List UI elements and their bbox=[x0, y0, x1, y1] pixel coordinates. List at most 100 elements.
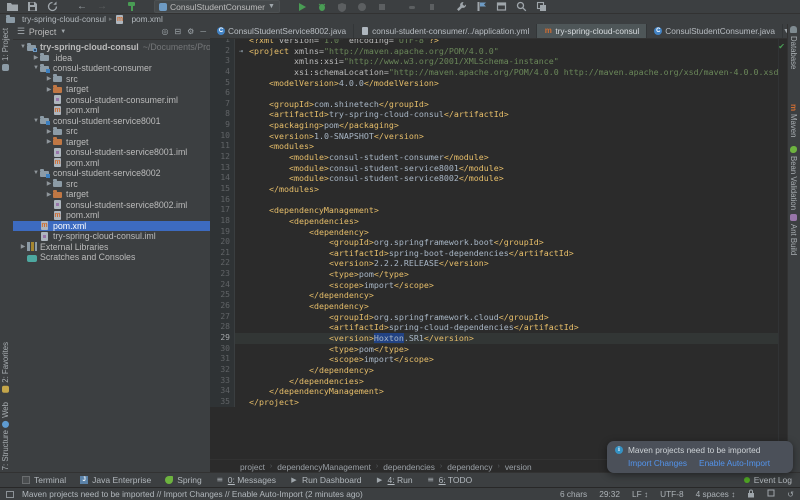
code-line[interactable]: 27 <groupId>org.springframework.cloud</g… bbox=[210, 312, 787, 323]
code-line[interactable]: 11 <modules> bbox=[210, 141, 787, 152]
tree-row[interactable]: mpom.xml bbox=[13, 210, 210, 221]
forward-icon[interactable]: → bbox=[94, 1, 110, 13]
toolwindow-button-terminal[interactable]: Terminal bbox=[22, 475, 66, 485]
code-line[interactable]: 12 <module>consul-student-consumer</modu… bbox=[210, 152, 787, 163]
attach-debugger-icon[interactable] bbox=[404, 1, 420, 13]
panel-menu-icon[interactable]: ☰ bbox=[17, 26, 25, 37]
code-line[interactable]: 8 <artifactId>try-spring-cloud-consul</a… bbox=[210, 109, 787, 120]
tree-row[interactable]: consul-student-consumer.iml bbox=[13, 95, 210, 106]
back-icon[interactable]: ← bbox=[74, 1, 90, 13]
toolwindow-stripe-web[interactable]: Web bbox=[1, 402, 10, 428]
code-line[interactable]: 35</project> bbox=[210, 397, 787, 408]
code-line[interactable]: 16 bbox=[210, 195, 787, 206]
synchronize-icon[interactable] bbox=[44, 1, 60, 13]
code-line[interactable]: 20 <groupId>org.springframework.boot</gr… bbox=[210, 237, 787, 248]
save-all-icon[interactable] bbox=[24, 1, 40, 13]
tree-expand-icon[interactable]: ▼ bbox=[19, 44, 27, 50]
project-structure-icon[interactable] bbox=[474, 1, 490, 13]
restore-layout-icon[interactable] bbox=[494, 1, 510, 13]
tree-row[interactable]: try-spring-cloud-consul.iml bbox=[13, 231, 210, 242]
tree-row[interactable]: mpom.xml bbox=[13, 221, 210, 232]
run-icon[interactable] bbox=[294, 1, 310, 13]
tree-expand-icon[interactable]: ▼ bbox=[32, 118, 40, 124]
debug-icon[interactable] bbox=[314, 1, 330, 13]
code-line[interactable]: 6 bbox=[210, 88, 787, 99]
search-everywhere-icon[interactable] bbox=[514, 1, 530, 13]
tree-row[interactable]: ▼consul-student-service8001 bbox=[13, 116, 210, 127]
indent-widget-icon[interactable] bbox=[767, 489, 775, 499]
collapse-all-icon[interactable]: ⊟ bbox=[174, 27, 181, 36]
event-log-button[interactable]: Event Log bbox=[744, 475, 792, 485]
enable-auto-import-link[interactable]: Enable Auto-Import bbox=[699, 458, 770, 468]
toolwindow-stripe-maven[interactable]: mMaven bbox=[789, 104, 798, 137]
toolwindow-button-java-enterprise[interactable]: JJava Enterprise bbox=[80, 475, 151, 485]
toolwindow-stripe-ant-build[interactable]: Ant Build bbox=[789, 214, 798, 255]
code-line[interactable]: 7 <groupId>com.shinetech</groupId> bbox=[210, 99, 787, 110]
editor-tab[interactable]: CConsulStudentService8002.java bbox=[210, 24, 354, 38]
tree-expand-icon[interactable]: ▼ bbox=[32, 170, 40, 176]
toolwindow-stripe-bean-validation[interactable]: Bean Validation bbox=[789, 146, 798, 210]
code-line[interactable]: 13 <module>consul-student-service8001</m… bbox=[210, 163, 787, 174]
toolwindow-stripe-database[interactable]: Database bbox=[789, 26, 798, 69]
chevron-down-icon[interactable]: ▼ bbox=[60, 29, 66, 35]
tree-row[interactable]: ▶External Libraries bbox=[13, 242, 210, 253]
breadcrumb-item[interactable]: dependency bbox=[447, 462, 492, 472]
tree-collapse-icon[interactable]: ▶ bbox=[45, 86, 53, 93]
tree-row[interactable]: ▶src bbox=[13, 126, 210, 137]
build-hammer-icon[interactable] bbox=[124, 1, 140, 13]
status-message[interactable]: Maven projects need to be imported // Im… bbox=[22, 489, 363, 499]
code-line[interactable]: 18 <dependencies> bbox=[210, 216, 787, 227]
code-line[interactable]: 19 <dependency> bbox=[210, 227, 787, 238]
hide-panel-icon[interactable]: ─ bbox=[200, 27, 206, 36]
tree-row[interactable]: ▼try-spring-cloud-consul~/Documents/Proj… bbox=[13, 42, 210, 53]
toolwindow-button-run-dashboard[interactable]: ▶Run Dashboard bbox=[290, 475, 362, 485]
tree-collapse-icon[interactable]: ▶ bbox=[45, 138, 53, 145]
tree-row[interactable]: ▶target bbox=[13, 137, 210, 148]
code-line[interactable]: 28 <artifactId>spring-cloud-dependencies… bbox=[210, 322, 787, 333]
code-line[interactable]: 1<?xml version="1.0" encoding="UTF-8"?> bbox=[210, 39, 787, 46]
tree-row[interactable]: ▶target bbox=[13, 84, 210, 95]
code-line[interactable]: 14 <module>consul-student-service8002</m… bbox=[210, 173, 787, 184]
code-line[interactable]: 32 </dependency> bbox=[210, 365, 787, 376]
code-line[interactable]: 34 </dependencyManagement> bbox=[210, 386, 787, 397]
code-line[interactable]: 17 <dependencyManagement> bbox=[210, 205, 787, 216]
tree-row[interactable]: ▼consul-student-consumer bbox=[13, 63, 210, 74]
toolwindow-button-4-run[interactable]: ▶4: Run bbox=[376, 475, 413, 485]
dump-threads-icon[interactable] bbox=[424, 1, 440, 13]
tree-row[interactable]: consul-student-service8002.iml bbox=[13, 200, 210, 211]
breadcrumb-item[interactable]: project bbox=[240, 462, 265, 472]
tree-row[interactable]: ▼consul-student-service8002 bbox=[13, 168, 210, 179]
tree-expand-icon[interactable]: ▼ bbox=[32, 65, 40, 71]
toolwindow-button-spring[interactable]: Spring bbox=[165, 475, 202, 485]
code-line[interactable]: 2⇥<project xmlns="http://maven.apache.or… bbox=[210, 46, 787, 57]
project-view-title[interactable]: Project bbox=[29, 27, 56, 37]
caret-position[interactable]: 29:32 bbox=[599, 489, 620, 499]
breadcrumb-item[interactable]: version bbox=[505, 462, 532, 472]
tree-collapse-icon[interactable]: ▶ bbox=[45, 128, 53, 135]
selection-chars[interactable]: 6 chars bbox=[560, 489, 587, 499]
code-line[interactable]: 9 <packaging>pom</packaging> bbox=[210, 120, 787, 131]
lock-icon[interactable] bbox=[747, 489, 755, 500]
line-separator[interactable]: LF ↕ bbox=[632, 489, 648, 499]
breadcrumb-item[interactable]: dependencyManagement bbox=[277, 462, 371, 472]
tree-row[interactable]: mpom.xml bbox=[13, 158, 210, 169]
code-line[interactable]: 33 </dependencies> bbox=[210, 376, 787, 387]
code-line[interactable]: 15 </modules> bbox=[210, 184, 787, 195]
tree-row[interactable]: consul-student-service8001.iml bbox=[13, 147, 210, 158]
gear-icon[interactable]: ⚙ bbox=[187, 27, 194, 36]
tree-row[interactable]: ▶.idea bbox=[13, 53, 210, 64]
code-line[interactable]: 31 <scope>import</scope> bbox=[210, 354, 787, 365]
navbar-item-file[interactable]: pom.xml bbox=[131, 14, 162, 24]
tree-row[interactable]: Scratches and Consoles bbox=[13, 252, 210, 263]
toolwindow-button-6-todo[interactable]: ≡6: TODO bbox=[427, 475, 473, 485]
code-line[interactable]: 10 <version>1.0-SNAPSHOT</version> bbox=[210, 131, 787, 142]
tree-row[interactable]: mpom.xml bbox=[13, 105, 210, 116]
code-line[interactable]: 5 <modelVersion>4.0.0</modelVersion> bbox=[210, 78, 787, 89]
breadcrumb-item[interactable]: dependencies bbox=[383, 462, 435, 472]
code-line[interactable]: 22 <version>2.2.2.RELEASE</version> bbox=[210, 258, 787, 269]
code-editor[interactable]: 1<?xml version="1.0" encoding="UTF-8"?>2… bbox=[210, 39, 787, 459]
tree-collapse-icon[interactable]: ▶ bbox=[45, 75, 53, 82]
profiler-icon[interactable] bbox=[354, 1, 370, 13]
run-with-coverage-icon[interactable] bbox=[334, 1, 350, 13]
code-line[interactable]: 21 <artifactId>spring-boot-dependencies<… bbox=[210, 248, 787, 259]
